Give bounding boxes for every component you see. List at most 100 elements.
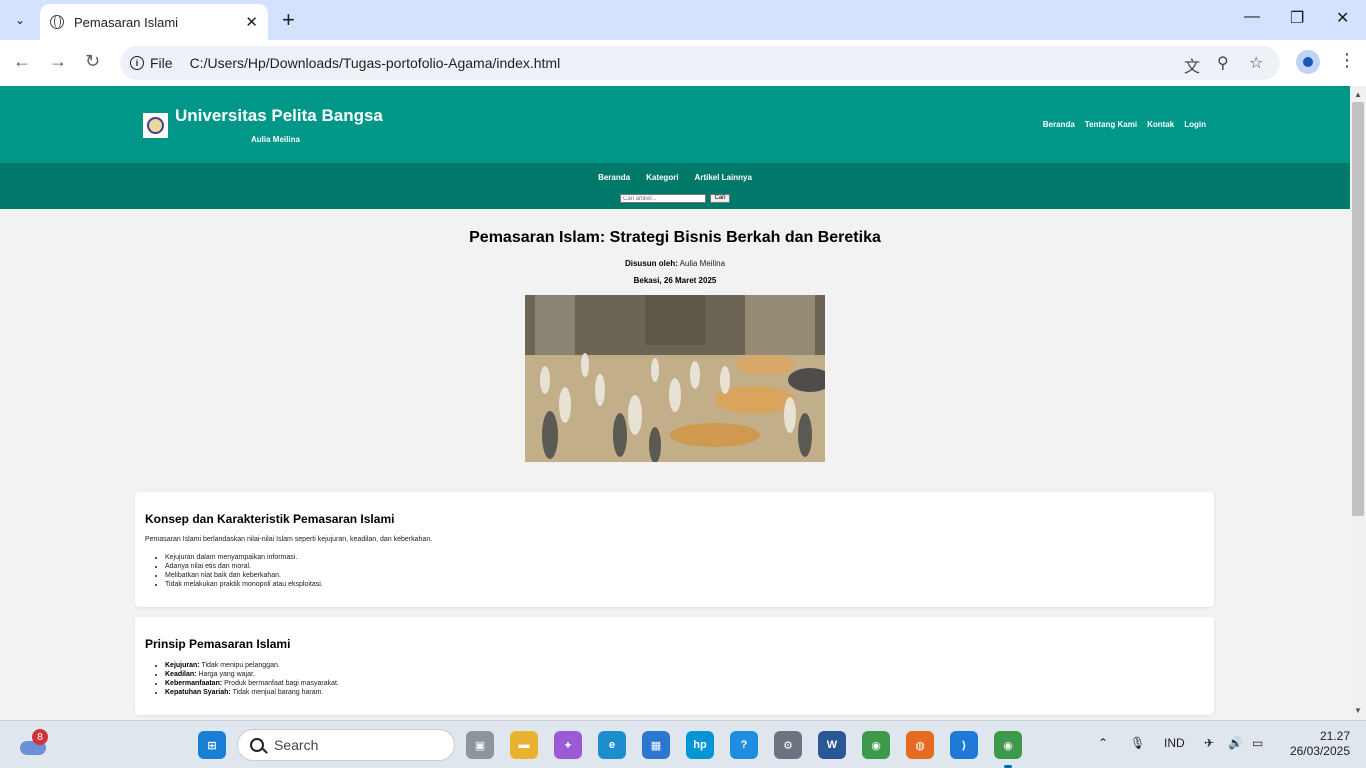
list-text: Produk bermanfaat bagi masyarakat. [224, 680, 339, 687]
show-hidden-icons-chevron-icon[interactable]: ⌃ [1098, 736, 1108, 750]
top-nav-login[interactable]: Login [1184, 120, 1206, 129]
university-logo [143, 113, 168, 138]
file-explorer-icon[interactable]: ▬ [510, 731, 538, 759]
copilot-icon[interactable]: ✦ [554, 731, 582, 759]
search-icon [250, 738, 264, 752]
search-input[interactable] [620, 194, 706, 203]
firefox-icon[interactable]: ◍ [906, 731, 934, 759]
globe-icon [50, 15, 64, 29]
tab-title: Pemasaran Islami [74, 14, 179, 30]
close-tab-icon[interactable]: ✕ [245, 13, 258, 31]
airplane-mode-icon[interactable]: ✈ [1204, 736, 1214, 750]
article-date: Bekasi, 26 Maret 2025 [633, 276, 717, 285]
input-language[interactable]: IND [1164, 736, 1185, 750]
seal-icon [147, 117, 164, 134]
sub-nav-kategori[interactable]: Kategori [646, 173, 678, 182]
author-name: Aulia Meilina [679, 259, 726, 268]
back-icon[interactable]: ← [13, 51, 31, 72]
list-item: Adanya nilai etis dan moral. [165, 562, 323, 571]
section-list: Kejujuran: Tidak menipu pelanggan. Keadi… [165, 661, 339, 697]
forward-icon[interactable]: → [49, 51, 67, 72]
browser-tab-strip: ⌄ Pemasaran Islami ✕ + — ❐ ✕ [0, 0, 1366, 40]
sub-nav-links: Beranda Kategori Artikel Lainnya [0, 173, 1350, 182]
clock-time: 21.27 [1319, 729, 1350, 743]
volume-icon[interactable]: 🔊 [1228, 736, 1243, 750]
page-scrollbar[interactable]: ▲ ▼ [1350, 86, 1366, 720]
scroll-down-icon[interactable]: ▼ [1354, 706, 1362, 715]
top-nav-beranda[interactable]: Beranda [1043, 120, 1075, 129]
clock-date: 26/03/2025 [1289, 744, 1350, 758]
address-bar[interactable]: i File C:/Users/Hp/Downloads/Tugas-porto… [120, 46, 1280, 80]
top-nav: Beranda Tentang Kami Kontak Login [1043, 120, 1206, 129]
list-item: Kebermanfaatan: Produk bermanfaat bagi m… [165, 679, 339, 688]
list-text: Tidak menjual barang haram. [232, 689, 324, 696]
browser-tab[interactable]: Pemasaran Islami ✕ [40, 4, 268, 40]
site-subtitle: Aulia Meilina [251, 135, 300, 144]
site-title: Universitas Pelita Bangsa [175, 106, 383, 125]
start-windows-icon[interactable]: ⊞ [198, 731, 226, 759]
battery-icon[interactable]: ▭ [1252, 736, 1263, 750]
list-term: Kejujuran: [165, 662, 200, 669]
top-nav-kontak[interactable]: Kontak [1147, 120, 1174, 129]
browser-toolbar: ← → ↻ i File C:/Users/Hp/Downloads/Tugas… [0, 40, 1366, 86]
list-item: Kepatuhan Syariah: Tidak menjual barang … [165, 688, 339, 697]
store-icon[interactable]: ▦ [642, 731, 670, 759]
browser-menu-icon[interactable]: ⋮ [1338, 50, 1356, 71]
sub-nav-artikel-lainnya[interactable]: Artikel Lainnya [695, 173, 752, 182]
chrome-active-icon[interactable]: ◉ [994, 731, 1022, 759]
bookmark-star-icon[interactable]: ☆ [1249, 53, 1263, 73]
article-title: Pemasaran Islam: Strategi Bisnis Berkah … [469, 229, 881, 246]
microphone-icon[interactable]: 🎙 [1130, 736, 1145, 750]
list-item: Kejujuran: Tidak menipu pelanggan. [165, 661, 339, 670]
list-text: Harga yang wajar. [198, 671, 255, 678]
vscode-icon[interactable]: ⟩ [950, 731, 978, 759]
scrollbar-thumb[interactable] [1352, 102, 1364, 516]
minimize-icon[interactable]: — [1244, 8, 1260, 26]
search-button[interactable]: Cari [710, 194, 730, 203]
profile-avatar-icon[interactable] [1296, 50, 1320, 74]
list-text: Tidak menipu pelanggan. [201, 662, 280, 669]
taskbar-search-label: Search [274, 737, 319, 753]
close-window-icon[interactable]: ✕ [1336, 8, 1349, 28]
site-info-chip[interactable]: i File [130, 55, 173, 71]
top-nav-tentang-kami[interactable]: Tentang Kami [1085, 120, 1137, 129]
task-view-icon[interactable]: ▣ [466, 731, 494, 759]
page-viewport: Universitas Pelita Bangsa Aulia Meilina … [0, 86, 1350, 720]
list-term: Keadilan: [165, 671, 197, 678]
section-heading: Konsep dan Karakteristik Pemasaran Islam… [145, 512, 395, 526]
author-label: Disusun oleh: [624, 259, 678, 268]
settings-gear-icon[interactable]: ⚙ [774, 731, 802, 759]
tab-search-chevron-icon[interactable]: ⌄ [6, 6, 34, 34]
sub-nav-beranda[interactable]: Beranda [598, 173, 630, 182]
translate-icon[interactable]: ⽂ [1184, 53, 1200, 77]
get-help-icon[interactable]: ? [730, 731, 758, 759]
article-search: Cari [620, 194, 730, 203]
new-tab-button[interactable]: + [282, 8, 295, 32]
zoom-icon[interactable]: ⚲ [1217, 53, 1229, 73]
article-author: Disusun oleh: Aulia Meilina [0, 259, 1350, 268]
file-label: File [150, 55, 173, 71]
info-icon: i [130, 56, 144, 70]
list-item: Tidak melakukan praktik monopoli atau ek… [165, 580, 323, 589]
weather-badge: 8 [32, 729, 48, 745]
word-icon[interactable]: W [818, 731, 846, 759]
list-item: Melibatkan niat baik dan keberkahan. [165, 571, 323, 580]
market-photo [525, 295, 825, 462]
site-header: Universitas Pelita Bangsa Aulia Meilina … [0, 86, 1350, 163]
taskbar-search[interactable]: Search [237, 729, 455, 761]
restore-icon[interactable]: ❐ [1290, 8, 1304, 28]
chrome-icon[interactable]: ◉ [862, 731, 890, 759]
list-term: Kepatuhan Syariah: [165, 689, 231, 696]
reload-icon[interactable]: ↻ [85, 51, 100, 72]
list-term: Kebermanfaatan: [165, 680, 223, 687]
system-clock[interactable]: 21.27 26/03/2025 [1284, 729, 1350, 759]
weather-widget[interactable]: 8 [18, 729, 48, 757]
section-heading: Prinsip Pemasaran Islami [145, 637, 291, 651]
scroll-up-icon[interactable]: ▲ [1354, 90, 1362, 99]
list-item: Keadilan: Harga yang wajar. [165, 670, 339, 679]
myhp-icon[interactable]: hp [686, 731, 714, 759]
section-list: Kejujuran dalam menyampaikan informasi. … [165, 553, 323, 589]
section-paragraph: Pemasaran Islami berlandaskan nilai-nila… [145, 536, 433, 543]
url-text[interactable]: C:/Users/Hp/Downloads/Tugas-portofolio-A… [190, 55, 561, 71]
edge-icon[interactable]: e [598, 731, 626, 759]
